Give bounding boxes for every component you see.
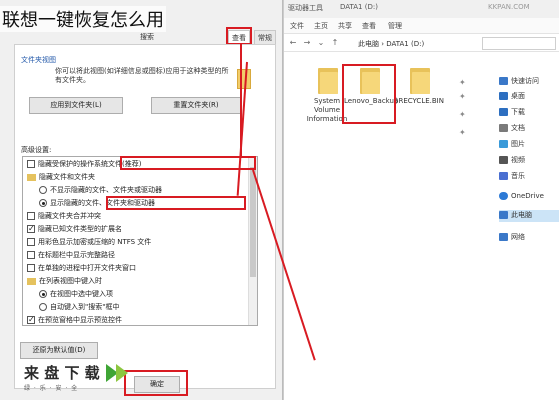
picture-icon [499, 140, 508, 148]
tab-file[interactable]: 文件 [290, 21, 304, 31]
setting-color-ntfs[interactable]: 用彩色显示加密或压缩的 NTFS 文件 [27, 237, 151, 248]
watermark-subtext: 绿 · 乐 · 安 · 全 [24, 385, 79, 392]
breadcrumb[interactable]: 此电脑 › DATA1 (D:) [358, 39, 424, 49]
download-icon [499, 108, 508, 116]
folder-icon [27, 173, 36, 181]
nav-network[interactable]: 网络 [499, 232, 525, 244]
folder-options-dialog: 搜索 查看 常规 文件夹视图 你可以将此视图(如详细信息或图标)应用于这种类型的… [0, 0, 316, 400]
highlight-show-hidden [106, 196, 246, 210]
highlight-ok-button [124, 370, 188, 396]
checkbox[interactable] [27, 264, 35, 272]
radio-button[interactable] [39, 303, 47, 311]
up-icon[interactable]: ↑ [330, 38, 340, 48]
watermark-text: 来 盘 下 载 [24, 364, 100, 382]
watermark: 来 盘 下 载 绿 · 乐 · 安 · 全 [24, 362, 100, 392]
folder-icon [410, 68, 430, 94]
network-icon [499, 233, 508, 241]
tab-search[interactable]: 搜索 [134, 30, 160, 44]
computer-icon [499, 211, 508, 219]
advanced-settings-title: 高级设置: [21, 146, 52, 154]
setting-select-typed[interactable]: 在视图中选中键入项 [39, 289, 113, 300]
checkbox[interactable] [27, 314, 35, 325]
caption-title: 联想一键恢复怎么用 [0, 6, 166, 32]
reset-folders-button[interactable]: 重置文件夹(R) [151, 97, 241, 114]
highlight-hide-protected [120, 156, 256, 170]
folder-views-title: 文件夹视图 [21, 56, 56, 64]
checkbox[interactable] [27, 160, 35, 168]
back-icon[interactable]: ← [288, 38, 298, 48]
setting-group-typing: 在列表视图中键入时 [27, 276, 102, 287]
tab-general[interactable]: 常规 [254, 30, 276, 44]
chevron-down-icon[interactable]: ⌄ [316, 38, 326, 48]
forward-icon[interactable]: → [302, 38, 312, 48]
document-icon [499, 124, 508, 132]
nav-onedrive[interactable]: OneDrive [499, 192, 544, 204]
tab-view[interactable]: 查看 [362, 21, 376, 31]
nav-pictures[interactable]: 图片 [499, 139, 525, 151]
file-explorer-window: 驱动器工具 DATA1 (D:) KKPAN.COM 文件 主页 共享 查看 管… [283, 0, 559, 400]
explorer-ribbon: 文件 主页 共享 查看 管理 [284, 18, 559, 34]
tab-home[interactable]: 主页 [314, 21, 328, 31]
logo-icon [106, 364, 128, 382]
setting-dont-show-hidden[interactable]: 不显示隐藏的文件、文件夹或驱动器 [39, 185, 162, 196]
radio-button[interactable] [39, 199, 47, 207]
cloud-icon [499, 192, 508, 200]
star-icon [499, 77, 508, 85]
advanced-settings-list[interactable]: 隐藏受保护的操作系统文件(推荐) 隐藏文件和文件夹 不显示隐藏的文件、文件夹或驱… [22, 156, 258, 326]
scrollbar-thumb[interactable] [250, 167, 256, 277]
pin-icon[interactable]: ✦ [459, 92, 466, 101]
setting-hide-merge-conflicts[interactable]: 隐藏文件夹合并冲突 [27, 211, 101, 222]
tab-manage[interactable]: 管理 [388, 21, 402, 31]
setting-hide-extensions[interactable]: 隐藏已知文件类型的扩展名 [27, 223, 122, 235]
restore-defaults-button[interactable]: 还原为默认值(D) [20, 342, 98, 359]
folder-item[interactable]: $RECYCLE.BIN [394, 66, 444, 130]
apply-to-folders-button[interactable]: 应用到文件夹(L) [29, 97, 123, 114]
pin-icon[interactable]: ✦ [459, 110, 466, 119]
setting-group-hidden-files: 隐藏文件和文件夹 [27, 172, 95, 183]
tab-share[interactable]: 共享 [338, 21, 352, 31]
nav-videos[interactable]: 视频 [499, 155, 525, 167]
setting-separate-process[interactable]: 在单独的进程中打开文件夹窗口 [27, 263, 136, 274]
highlight-lenovo-folder [342, 64, 396, 124]
pin-icon[interactable]: ✦ [459, 78, 466, 87]
checkbox[interactable] [27, 238, 35, 246]
setting-type-into-search[interactable]: 自动键入到"搜索"框中 [39, 302, 119, 313]
folder-views-description: 你可以将此视图(如详细信息或图标)应用于这种类型的所有文件夹。 [55, 67, 229, 84]
nav-downloads[interactable]: 下载 [499, 107, 525, 119]
address-bar[interactable]: ← → ⌄ ↑ 此电脑 › DATA1 (D:) [284, 36, 559, 52]
radio-button[interactable] [39, 186, 47, 194]
folder-name: $RECYCLE.BIN [394, 97, 444, 105]
nav-quick-access[interactable]: 快速访问 [499, 76, 539, 88]
nav-this-pc[interactable]: 此电脑 [499, 210, 559, 222]
folder-icon [27, 277, 36, 285]
setting-preview-handlers[interactable]: 在预览窗格中显示预览控件 [27, 314, 122, 325]
nav-music[interactable]: 音乐 [499, 171, 525, 183]
setting-full-path-title[interactable]: 在标题栏中显示完整路径 [27, 250, 115, 261]
nav-documents[interactable]: 文档 [499, 123, 525, 135]
site-title: KKPAN.COM [488, 3, 530, 11]
folder-icon [318, 68, 338, 94]
drive-title: DATA1 (D:) [340, 3, 378, 11]
tab-drive-tools[interactable]: 驱动器工具 [288, 3, 323, 13]
video-icon [499, 156, 508, 164]
desktop-icon [499, 92, 508, 100]
search-input[interactable] [482, 37, 556, 50]
checkbox[interactable] [27, 212, 35, 220]
pin-icon[interactable]: ✦ [459, 128, 466, 137]
radio-button[interactable] [39, 290, 47, 298]
highlight-view-tab [226, 27, 252, 45]
checkbox[interactable] [27, 223, 35, 234]
explorer-titlebar: 驱动器工具 DATA1 (D:) KKPAN.COM [284, 0, 559, 18]
music-icon [499, 172, 508, 180]
checkbox[interactable] [27, 251, 35, 259]
nav-desktop[interactable]: 桌面 [499, 91, 525, 103]
